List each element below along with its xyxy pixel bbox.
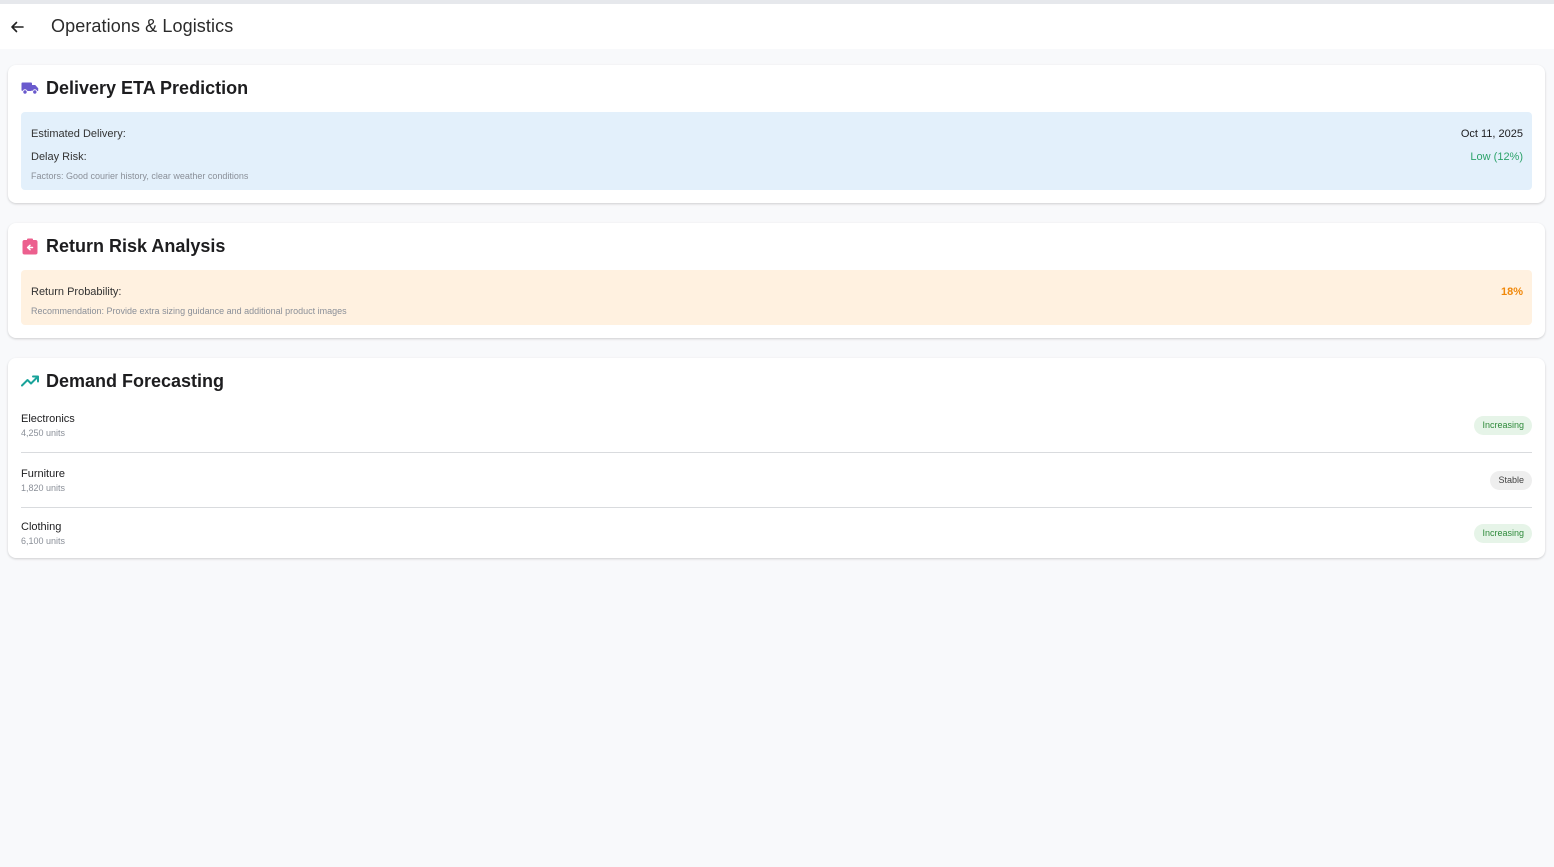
card-title: Demand Forecasting [46,370,225,391]
trending-up-icon [21,372,39,390]
card-header: Delivery ETA Prediction [21,77,1532,99]
delay-risk-label: Delay Risk: [31,150,87,163]
list-item: Clothing 6,100 units Increasing [21,508,1532,558]
estimated-delivery-label: Estimated Delivery: [31,127,126,140]
eta-panel: Estimated Delivery: Oct 11, 2025 Delay R… [21,112,1532,190]
main-content: Delivery ETA Prediction Estimated Delive… [0,49,1554,558]
return-recommendation-note: Recommendation: Provide extra sizing gui… [31,306,347,316]
estimated-delivery-row: Estimated Delivery: Oct 11, 2025 [31,122,1523,145]
category-name: Clothing [21,520,62,533]
trend-chip: Stable [1490,470,1532,490]
return-probability-label: Return Probability: [31,285,122,298]
category-units: 4,250 units [21,427,66,438]
return-box-icon [21,237,39,255]
delivery-eta-card: Delivery ETA Prediction Estimated Delive… [8,65,1545,203]
return-probability-row: Return Probability: 18% [31,280,1523,303]
category-name: Furniture [21,467,66,480]
trend-chip: Increasing [1474,523,1532,543]
card-header: Demand Forecasting [21,370,1532,392]
truck-icon [21,79,39,97]
trend-chip: Increasing [1474,415,1532,435]
card-header: Return Risk Analysis [21,235,1532,257]
card-title: Return Risk Analysis [46,235,226,256]
return-risk-card: Return Risk Analysis Return Probability:… [8,223,1545,338]
category-name: Electronics [21,412,75,425]
back-arrow-icon[interactable] [8,18,26,36]
return-panel: Return Probability: 18% Recommendation: … [21,270,1532,325]
list-item: Electronics 4,250 units Increasing [21,398,1532,453]
estimated-delivery-value: Oct 11, 2025 [1460,127,1523,140]
category-units: 6,100 units [21,535,66,546]
card-title: Delivery ETA Prediction [46,77,249,98]
eta-factors-note: Factors: Good courier history, clear wea… [31,171,249,181]
page-title: Operations & Logistics [51,16,234,36]
delay-risk-value: Low (12%) [1470,150,1523,163]
category-units: 1,820 units [21,482,66,493]
delay-risk-row: Delay Risk: Low (12%) [31,145,1523,168]
return-probability-value: 18% [1500,285,1523,298]
app-bar: Operations & Logistics [0,4,1554,49]
demand-forecasting-card: Demand Forecasting Electronics 4,250 uni… [8,358,1545,558]
list-item: Furniture 1,820 units Stable [21,453,1532,508]
